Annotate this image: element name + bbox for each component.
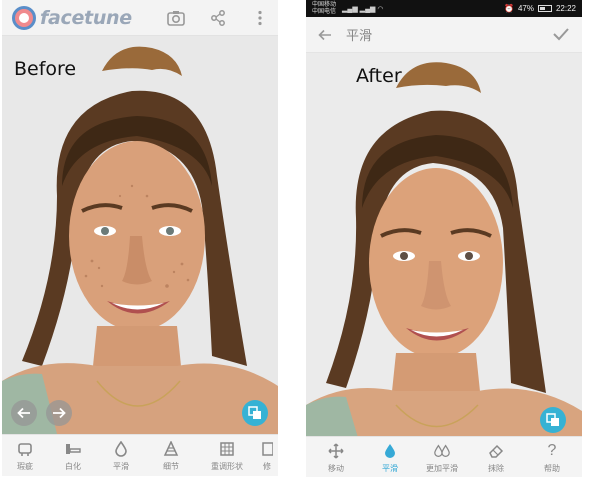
after-photo[interactable]: After xyxy=(306,53,582,448)
tool-label: 抹除 xyxy=(488,464,504,473)
smooth-drop-icon xyxy=(381,442,399,460)
after-label: After xyxy=(356,65,402,87)
tool-retouch[interactable]: 修 xyxy=(256,435,278,476)
help-icon: ? xyxy=(547,442,557,459)
eraser-icon xyxy=(487,442,505,460)
after-screen: 中国移动 中国电信 ▂▄▆ ▂▄▆ ◠ ⏰ 47% 22:22 平滑 After… xyxy=(306,0,582,477)
patch-icon xyxy=(16,440,34,458)
tool-label: 细节 xyxy=(163,462,179,471)
clock: 22:22 xyxy=(555,4,576,13)
undo-button[interactable] xyxy=(11,400,37,426)
smoother-icon xyxy=(433,442,451,460)
tool-label: 瑕疵 xyxy=(17,462,33,471)
carrier-info: 中国移动 中国电信 xyxy=(312,2,336,16)
retouch-icon xyxy=(258,440,276,458)
tool-label: 平滑 xyxy=(113,462,129,471)
smooth-drop-icon xyxy=(112,440,130,458)
alarm-icon: ⏰ xyxy=(503,4,514,13)
overflow-menu-icon[interactable] xyxy=(250,8,270,28)
tool-bar: 移动 平滑 更加平滑 抹除 ? 帮助 xyxy=(306,436,582,477)
battery-icon xyxy=(537,5,552,12)
tool-help[interactable]: ? 帮助 xyxy=(522,437,582,477)
tool-whiten[interactable]: 白化 xyxy=(48,435,98,476)
tool-details[interactable]: 细节 xyxy=(144,435,198,476)
details-icon xyxy=(162,440,180,458)
tool-label: 白化 xyxy=(65,462,81,471)
check-icon[interactable] xyxy=(552,26,570,47)
brand-name: facetune xyxy=(40,6,132,29)
camera-icon[interactable] xyxy=(166,8,186,28)
tool-eraser[interactable]: 抹除 xyxy=(470,437,522,477)
reshape-icon xyxy=(218,440,236,458)
carrier-1: 中国移动 xyxy=(312,1,337,8)
facetune-logo-icon xyxy=(12,5,36,30)
app-header: 平滑 xyxy=(306,17,582,53)
battery-percent: 47% xyxy=(517,4,534,13)
compare-button[interactable] xyxy=(242,400,268,426)
tool-move[interactable]: 移动 xyxy=(306,437,366,477)
before-label: Before xyxy=(14,58,77,80)
status-bar: 中国移动 中国电信 ▂▄▆ ▂▄▆ ◠ ⏰ 47% 22:22 xyxy=(306,0,582,17)
tool-smoother[interactable]: 更加平滑 xyxy=(414,437,470,477)
carrier-2: 中国电信 xyxy=(312,8,337,15)
move-icon xyxy=(327,442,345,460)
tool-label: 更加平滑 xyxy=(426,464,458,473)
tool-label: 帮助 xyxy=(544,464,560,473)
tool-label: 平滑 xyxy=(382,464,398,473)
tool-label: 修 xyxy=(263,462,271,471)
tool-reshape[interactable]: 重调形状 xyxy=(198,435,256,476)
tool-smooth[interactable]: 平滑 xyxy=(366,437,414,477)
signal-icon: ▂▄▆ ▂▄▆ ◠ xyxy=(342,5,384,13)
tool-label: 移动 xyxy=(328,464,344,473)
redo-button[interactable] xyxy=(46,400,72,426)
tool-patch[interactable]: 瑕疵 xyxy=(2,435,48,476)
compare-button[interactable] xyxy=(540,407,566,433)
app-header: facetune xyxy=(2,0,278,36)
back-arrow-icon[interactable] xyxy=(318,27,334,43)
tool-label: 重调形状 xyxy=(211,462,243,471)
share-icon[interactable] xyxy=(208,8,228,28)
whiten-icon xyxy=(64,440,82,458)
screen-title: 平滑 xyxy=(346,28,373,43)
tool-smooth[interactable]: 平滑 xyxy=(98,435,144,476)
before-screen: facetune Before 瑕疵 白化 平滑 细节 重调形状 修 xyxy=(2,0,278,477)
brand: facetune xyxy=(12,5,132,30)
tool-bar: 瑕疵 白化 平滑 细节 重调形状 修 xyxy=(2,434,278,476)
before-photo[interactable]: Before xyxy=(2,36,278,434)
